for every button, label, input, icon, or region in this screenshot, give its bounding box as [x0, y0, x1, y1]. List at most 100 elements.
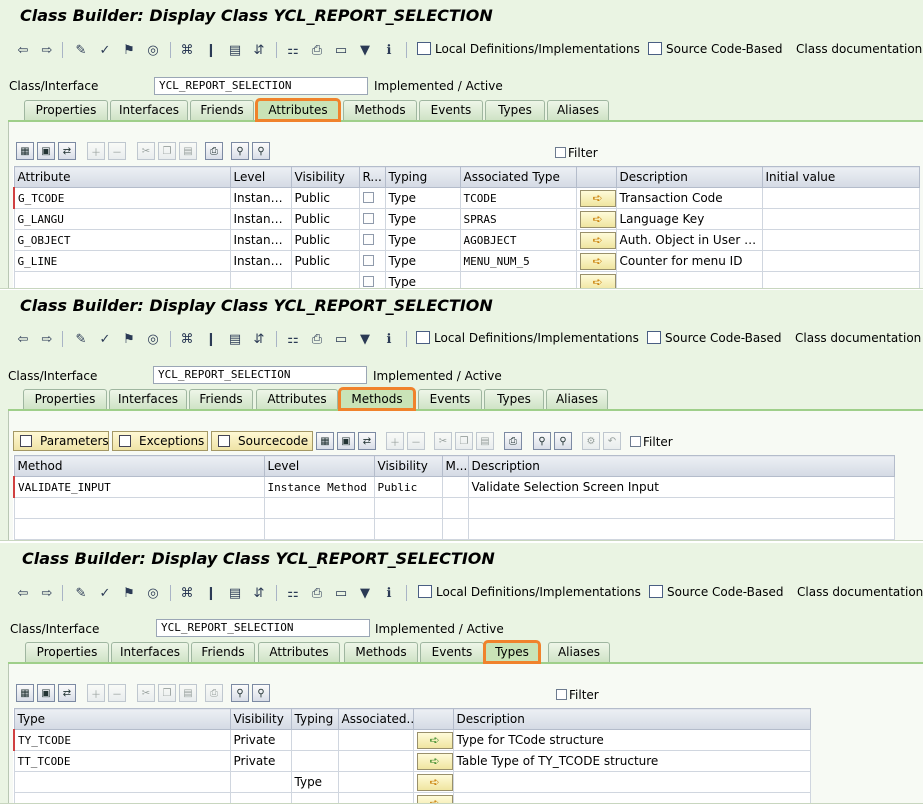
filter-icon[interactable]: ▼	[356, 330, 374, 348]
activate-icon[interactable]: ⚑	[120, 330, 138, 348]
col-visibility[interactable]: Visibility	[229, 708, 292, 730]
delete-row-icon[interactable]: －	[108, 142, 126, 160]
copy-row-icon[interactable]: ❐	[455, 432, 473, 450]
test-icon[interactable]: ◎	[144, 584, 162, 602]
object-list-icon[interactable]: ❙	[202, 584, 220, 602]
display-change-icon[interactable]: ✎	[72, 584, 90, 602]
forward-arrow-icon[interactable]: ⇨	[38, 41, 56, 59]
tab-friends[interactable]: Friends	[190, 100, 254, 120]
cell-attribute[interactable]: G_LANGU	[13, 208, 231, 230]
filter-icon[interactable]: ▼	[356, 584, 374, 602]
col-read-only[interactable]: R...	[358, 166, 386, 188]
where-used-icon[interactable]: ⌘	[178, 41, 196, 59]
find-next-icon[interactable]: ⚲	[554, 432, 572, 450]
table-row[interactable]: VALIDATE_INPUT Instance Method Public Va…	[13, 476, 895, 498]
cell-visibility[interactable]: Public	[373, 476, 443, 498]
cell-associated-type[interactable]	[337, 771, 414, 793]
filter-icon[interactable]: ▼	[356, 41, 374, 59]
hierarchy-icon[interactable]: ⚏	[284, 584, 302, 602]
cell-description[interactable]: Table Type of TY_TCODE structure	[452, 750, 811, 772]
cell-read-only[interactable]	[358, 271, 386, 288]
forward-arrow-icon[interactable]: ⇨	[38, 584, 56, 602]
tab-types[interactable]: Types	[485, 100, 545, 120]
detail-view-icon[interactable]: ▦	[16, 142, 34, 160]
tab-attributes[interactable]: Attributes	[256, 389, 338, 409]
table-row[interactable]: G_LANGU Instance ... Public Type SPRAS ➪…	[13, 208, 920, 230]
print-icon[interactable]: ⎙	[308, 330, 326, 348]
back-arrow-icon[interactable]: ⇦	[14, 330, 32, 348]
class-documentation-button[interactable]: Class documentation	[797, 585, 923, 599]
tab-events[interactable]: Events	[419, 100, 483, 120]
detail-view-icon[interactable]: ▦	[16, 684, 34, 702]
print-icon[interactable]: ⎙	[308, 41, 326, 59]
arrow-right-icon[interactable]: ➪	[579, 231, 615, 249]
table-row[interactable]: G_OBJECT Instance ... Public Type AGOBJE…	[13, 229, 920, 251]
tab-methods[interactable]: Methods	[338, 387, 416, 411]
cell-level[interactable]: Instance ...	[229, 250, 292, 272]
cell-attribute[interactable]: G_TCODE	[13, 187, 231, 209]
table-row[interactable]	[13, 518, 895, 540]
col-initial-value[interactable]: Initial value	[761, 166, 920, 188]
navigation-icon[interactable]: ⇵	[250, 584, 268, 602]
tab-attributes[interactable]: Attributes	[255, 98, 341, 122]
find-next-icon[interactable]: ⚲	[252, 684, 270, 702]
print-list-icon[interactable]: ⎙	[205, 684, 223, 702]
find-next-icon[interactable]: ⚲	[252, 142, 270, 160]
tab-methods[interactable]: Methods	[344, 642, 418, 662]
cut-icon[interactable]: ✂	[137, 684, 155, 702]
cell-level[interactable]: Instance Method	[263, 476, 375, 498]
col-typing[interactable]: Typing	[384, 166, 461, 188]
local-definitions-button[interactable]: Local Definitions/Implementations	[418, 585, 641, 599]
display-object-icon[interactable]: ▤	[226, 41, 244, 59]
cell-initial-value[interactable]	[761, 271, 920, 288]
tab-properties[interactable]: Properties	[25, 642, 109, 662]
back-arrow-icon[interactable]: ⇦	[14, 584, 32, 602]
col-attribute[interactable]: Attribute	[13, 166, 231, 188]
copy-row-icon[interactable]: ❐	[158, 142, 176, 160]
cell-read-only[interactable]	[358, 250, 386, 272]
cell-initial-value[interactable]	[761, 208, 920, 230]
tab-methods[interactable]: Methods	[343, 100, 417, 120]
find-icon[interactable]: ⚲	[533, 432, 551, 450]
parameters-button[interactable]: Parameters	[13, 431, 109, 451]
local-definitions-button[interactable]: Local Definitions/Implementations	[416, 331, 639, 345]
col-description[interactable]: Description	[452, 708, 811, 730]
copy-icon[interactable]: ▣	[37, 684, 55, 702]
tab-interfaces[interactable]: Interfaces	[110, 100, 188, 120]
paste-icon[interactable]: ▤	[179, 142, 197, 160]
cell-level[interactable]: Instance ...	[229, 229, 292, 251]
object-list-icon[interactable]: ❙	[202, 330, 220, 348]
cell-associated-type[interactable]: MENU_NUM_5	[459, 250, 577, 272]
copy-icon[interactable]: ▣	[337, 432, 355, 450]
col-associated-type[interactable]: Associated Type	[459, 166, 577, 188]
cell-visibility[interactable]	[229, 771, 292, 793]
cell-description[interactable]	[452, 771, 811, 793]
cell-description[interactable]	[615, 271, 763, 288]
table-row[interactable]: Type ➪	[13, 771, 811, 793]
cell-typing[interactable]: Type	[384, 208, 461, 230]
navigation-icon[interactable]: ⇵	[250, 330, 268, 348]
delete-row-icon[interactable]: －	[108, 684, 126, 702]
arrow-right-icon[interactable]: ➪	[579, 273, 615, 288]
cell-attribute[interactable]: G_LINE	[13, 250, 231, 272]
print-list-icon[interactable]: ⎙	[504, 432, 522, 450]
settings-icon[interactable]: ⚙	[582, 432, 600, 450]
cell-typing[interactable]	[290, 750, 339, 772]
activate-icon[interactable]: ⚑	[120, 41, 138, 59]
copy-row-icon[interactable]: ❐	[158, 684, 176, 702]
cell-description[interactable]: Language Key	[615, 208, 763, 230]
tab-properties[interactable]: Properties	[23, 389, 107, 409]
insert-row-icon[interactable]: ＋	[87, 142, 105, 160]
cell-read-only[interactable]	[358, 208, 386, 230]
class-interface-field[interactable]: YCL_REPORT_SELECTION	[153, 366, 367, 384]
table-row[interactable]: ➪	[13, 792, 811, 803]
cell-description[interactable]: Transaction Code	[615, 187, 763, 209]
col-method[interactable]: Method	[13, 455, 265, 477]
arrow-right-icon[interactable]: ➪	[416, 794, 452, 803]
cut-icon[interactable]: ✂	[137, 142, 155, 160]
tab-interfaces[interactable]: Interfaces	[109, 389, 187, 409]
cell-typing[interactable]: Type	[384, 229, 461, 251]
cell-nav[interactable]: ➪	[412, 750, 454, 772]
arrow-right-icon[interactable]: ➪	[579, 252, 615, 270]
info-icon[interactable]: ℹ	[380, 41, 398, 59]
